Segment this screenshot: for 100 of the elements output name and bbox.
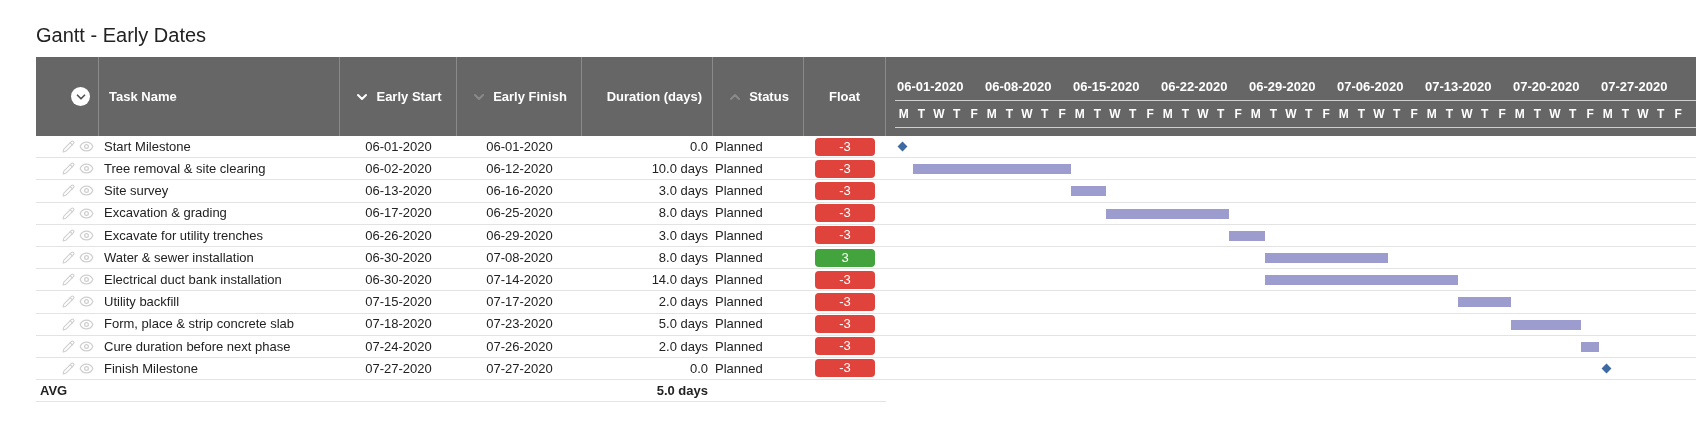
early-start-date: 07-18-2020 (365, 316, 432, 332)
float-badge: -3 (815, 359, 875, 378)
week-date-label: 07-20-2020 (1513, 79, 1580, 94)
early-finish-date: 07-23-2020 (486, 316, 553, 332)
weekday-label: F (969, 106, 979, 123)
duration-value: 0.0 (689, 360, 708, 376)
column-header[interactable]: Early Finish (493, 86, 567, 107)
edit-icon[interactable] (62, 206, 75, 220)
task-bar (1071, 186, 1107, 197)
column-header[interactable]: Duration (days) (606, 86, 702, 107)
weekday-label: T (1180, 106, 1191, 123)
task-name: Tree removal & site clearing (104, 161, 266, 177)
weekday-label: F (1497, 106, 1507, 123)
edit-icon[interactable] (62, 361, 75, 375)
view-icon[interactable] (79, 183, 94, 199)
edit-icon[interactable] (62, 317, 75, 331)
view-icon[interactable] (79, 161, 94, 177)
weekday-label: T (1620, 106, 1631, 123)
weekday-label: F (1057, 106, 1067, 123)
status-text: Planned (715, 294, 763, 310)
column-header[interactable]: Float (828, 86, 861, 107)
early-finish-date: 06-25-2020 (486, 205, 553, 221)
early-finish-date: 06-29-2020 (486, 227, 553, 243)
view-icon[interactable] (79, 360, 94, 376)
weekday-label: T (1303, 106, 1314, 123)
edit-icon[interactable] (62, 339, 75, 353)
page-title: Gantt - Early Dates (36, 23, 208, 48)
edit-icon[interactable] (62, 228, 75, 242)
week-date-label: 07-06-2020 (1337, 79, 1404, 94)
weekday-label: T (1356, 106, 1367, 123)
view-icon[interactable] (79, 250, 94, 266)
view-icon[interactable] (79, 205, 94, 221)
weekday-label: F (1145, 106, 1155, 123)
float-badge: -3 (815, 292, 875, 311)
edit-icon[interactable] (62, 273, 75, 287)
week-date-label: 06-15-2020 (1073, 79, 1140, 94)
early-finish-date: 06-16-2020 (486, 183, 553, 199)
duration-value: 8.0 days (658, 249, 708, 265)
edit-icon[interactable] (62, 140, 75, 154)
column-header[interactable]: Status (749, 86, 789, 107)
edit-icon[interactable] (62, 162, 75, 176)
weekday-label: F (1409, 106, 1419, 123)
weekday-label: W (1196, 106, 1210, 123)
view-icon[interactable] (79, 227, 94, 243)
task-name: Site survey (104, 183, 169, 199)
edit-icon[interactable] (62, 251, 75, 265)
weekday-label: T (1127, 106, 1138, 123)
task-bar (1511, 319, 1582, 330)
early-finish-date: 07-26-2020 (486, 338, 553, 354)
weekday-label: T (1268, 106, 1279, 123)
edit-icon[interactable] (62, 184, 75, 198)
week-date-label: 07-13-2020 (1425, 79, 1492, 94)
task-name: Finish Milestone (104, 360, 198, 376)
early-start-date: 06-17-2020 (365, 205, 432, 221)
float-badge: -3 (815, 204, 875, 223)
duration-value: 5.0 days (658, 316, 708, 332)
weekday-label: W (1372, 106, 1386, 123)
early-start-date: 06-30-2020 (365, 249, 432, 265)
duration-value: 0.0 (689, 138, 708, 154)
column-header[interactable]: Task Name (109, 86, 177, 107)
early-start-date: 06-01-2020 (365, 138, 432, 154)
weekday-label: W (1636, 106, 1650, 123)
early-finish-date: 07-08-2020 (486, 249, 553, 265)
view-icon[interactable] (79, 338, 94, 354)
view-icon[interactable] (79, 139, 94, 155)
view-icon[interactable] (79, 294, 94, 310)
status-text: Planned (715, 338, 763, 354)
column-header[interactable]: Early Start (376, 86, 442, 107)
weekday-label: T (1391, 106, 1402, 123)
week-date-label: 07-27-2020 (1601, 79, 1668, 94)
week-date-label: 06-08-2020 (985, 79, 1052, 94)
early-start-date: 07-27-2020 (365, 360, 432, 376)
early-start-date: 07-24-2020 (365, 338, 432, 354)
weekday-label: F (1585, 106, 1595, 123)
early-start-date: 07-15-2020 (365, 294, 432, 310)
weekday-label: W (1108, 106, 1122, 123)
week-date-label: 06-22-2020 (1161, 79, 1228, 94)
task-bar (1229, 230, 1265, 241)
weekday-label: T (1567, 106, 1578, 123)
float-badge: -3 (815, 137, 875, 156)
weekday-label: W (1020, 106, 1034, 123)
duration-value: 2.0 days (658, 294, 708, 310)
status-text: Planned (715, 161, 763, 177)
early-finish-date: 07-17-2020 (486, 294, 553, 310)
float-badge: -3 (815, 159, 875, 178)
status-text: Planned (715, 183, 763, 199)
early-start-date: 06-13-2020 (365, 183, 432, 199)
weekday-label: T (1092, 106, 1103, 123)
view-icon[interactable] (79, 316, 94, 332)
task-name: Utility backfill (104, 294, 180, 310)
early-start-date: 06-26-2020 (365, 227, 432, 243)
weekday-label: T (1532, 106, 1543, 123)
collapse-all-button[interactable] (71, 87, 90, 106)
edit-icon[interactable] (62, 295, 75, 309)
weekday-label: W (1548, 106, 1562, 123)
view-icon[interactable] (79, 272, 94, 288)
task-name: Cure duration before next phase (104, 338, 291, 354)
weekday-label: W (1460, 106, 1474, 123)
week-date-label: 06-29-2020 (1249, 79, 1316, 94)
weekday-label: W (1284, 106, 1298, 123)
